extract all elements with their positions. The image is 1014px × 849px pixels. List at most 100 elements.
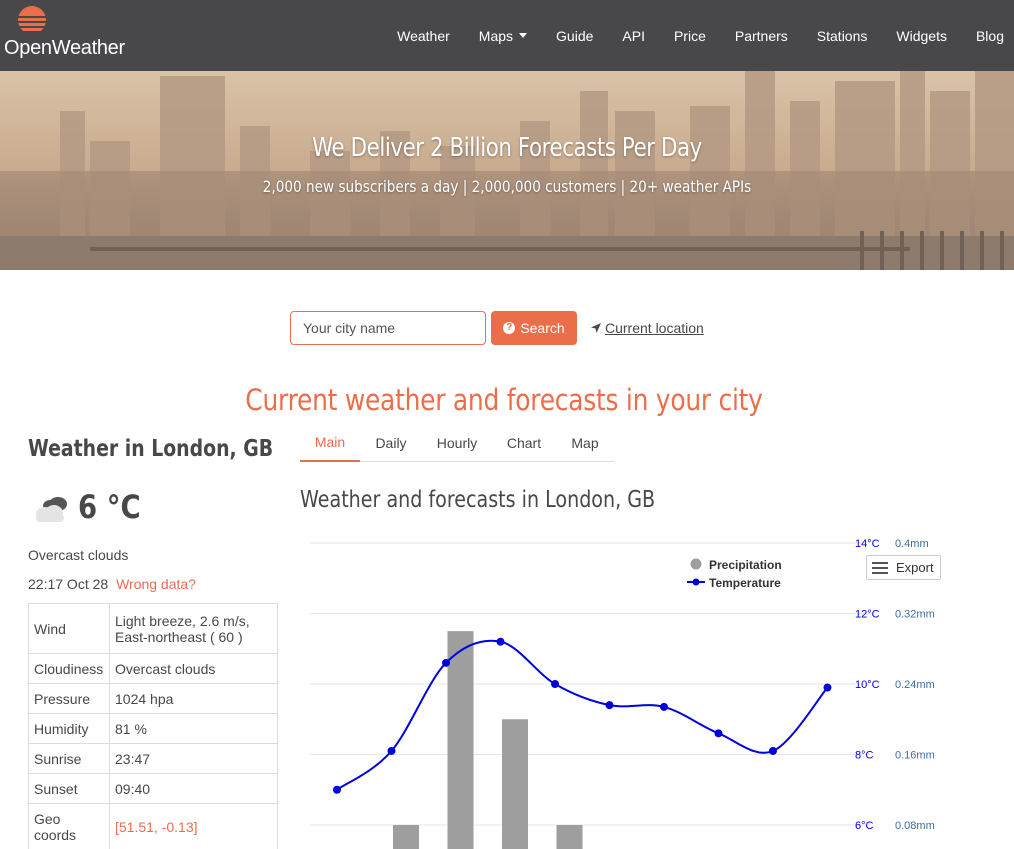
precip-tick-label: 0.16mm bbox=[895, 750, 935, 762]
temp-tick-label: 6°C bbox=[855, 820, 874, 832]
nav-menu: Weather Maps Guide API Price Partners St… bbox=[368, 0, 1004, 71]
question-icon: ? bbox=[503, 322, 516, 334]
nav-blog[interactable]: Blog bbox=[976, 28, 1004, 44]
nav-partners[interactable]: Partners bbox=[735, 28, 788, 44]
legend-temp-marker bbox=[692, 578, 700, 586]
current-temperature: 6 °C bbox=[78, 488, 141, 526]
location-arrow-icon bbox=[591, 323, 601, 333]
detail-value: Light breeze, 2.6 m/s, East-northeast ( … bbox=[109, 603, 278, 654]
legend-temperature[interactable]: Temperature bbox=[709, 576, 781, 590]
detail-value: 23:47 bbox=[109, 743, 278, 774]
detail-key: Wind bbox=[28, 603, 110, 654]
temperature-point bbox=[605, 701, 614, 710]
city-search-input[interactable] bbox=[290, 311, 486, 345]
temp-tick-label: 8°C bbox=[855, 750, 874, 762]
export-label: Export bbox=[896, 560, 934, 575]
nav-label: Partners bbox=[734, 27, 788, 44]
detail-key: Pressure bbox=[28, 683, 110, 714]
brand-name: OpenWeather bbox=[4, 37, 125, 59]
detail-key: Humidity bbox=[28, 713, 110, 744]
city-title: Weather in London, GB bbox=[28, 436, 274, 462]
legend-precip-marker bbox=[690, 558, 702, 570]
temp-tick-label: 12°C bbox=[855, 609, 880, 621]
tab-daily[interactable]: Daily bbox=[360, 423, 422, 462]
forecast-tabs: Main Daily Hourly Chart Map bbox=[300, 423, 614, 462]
navbar: OpenWeather Weather Maps Guide API Price… bbox=[0, 0, 1014, 71]
sun-logo-icon bbox=[13, 6, 51, 34]
temperature-point bbox=[551, 680, 559, 688]
nav-price[interactable]: Price bbox=[674, 28, 706, 44]
temperature-point bbox=[823, 683, 832, 692]
temperature-point bbox=[442, 658, 450, 667]
hero-banner: We Deliver 2 Billion Forecasts Per Day 2… bbox=[0, 71, 1014, 270]
search-button-label: Search bbox=[520, 320, 565, 336]
search-button[interactable]: ? Search bbox=[491, 311, 577, 345]
nav-api[interactable]: API bbox=[622, 28, 645, 44]
nav-stations[interactable]: Stations bbox=[817, 28, 868, 44]
nav-guide[interactable]: Guide bbox=[556, 28, 593, 44]
tab-hourly[interactable]: Hourly bbox=[422, 423, 492, 462]
brand-logo[interactable]: OpenWeather bbox=[4, 4, 138, 64]
precipitation-bar bbox=[447, 631, 474, 849]
detail-value: 1024 hpa bbox=[109, 683, 278, 714]
nav-label: Stations bbox=[816, 27, 868, 44]
precip-tick-label: 0.08mm bbox=[895, 820, 935, 832]
chart-legend: Precipitation Temperature bbox=[687, 558, 782, 590]
hero-subtitle: 2,000 new subscribers a day | 2,000,000 … bbox=[262, 177, 752, 196]
detail-value: Overcast clouds bbox=[109, 653, 278, 684]
temp-tick-label: 14°C bbox=[855, 538, 880, 550]
detail-key: Sunset bbox=[28, 773, 110, 804]
tab-main[interactable]: Main bbox=[300, 423, 360, 462]
table-row: Humidity 81 % bbox=[28, 713, 278, 744]
temperature-point bbox=[769, 746, 777, 755]
table-row: Sunset 09:40 bbox=[28, 773, 278, 804]
nav-label: Widgets bbox=[896, 27, 947, 44]
nav-label: API bbox=[622, 27, 645, 44]
hero-title: We Deliver 2 Billion Forecasts Per Day bbox=[312, 133, 702, 163]
tab-chart[interactable]: Chart bbox=[492, 423, 556, 462]
tab-map[interactable]: Map bbox=[556, 423, 614, 462]
temperature-point bbox=[660, 702, 668, 711]
weather-details-table: Wind Light breeze, 2.6 m/s, East-northea… bbox=[28, 603, 278, 849]
forecast-title: Weather and forecasts in London, GB bbox=[300, 487, 656, 513]
nav-label: Blog bbox=[975, 27, 1004, 44]
precip-tick-label: 0.24mm bbox=[895, 679, 935, 691]
main-headline: Current weather and forecasts in your ci… bbox=[245, 383, 763, 417]
precip-tick-label: 0.4mm bbox=[895, 538, 929, 550]
nav-maps[interactable]: Maps bbox=[478, 27, 528, 44]
observation-time: 22:17 Oct 28 bbox=[28, 576, 109, 592]
legend-precipitation[interactable]: Precipitation bbox=[709, 558, 782, 572]
table-row: Sunrise 23:47 bbox=[28, 743, 278, 774]
observation-time-row: 22:17 Oct 28 Wrong data? bbox=[28, 576, 196, 592]
weather-description: Overcast clouds bbox=[28, 547, 129, 563]
table-row: Wind Light breeze, 2.6 m/s, East-northea… bbox=[28, 603, 278, 654]
nav-weather[interactable]: Weather bbox=[397, 28, 450, 44]
current-location-link[interactable]: Current location bbox=[590, 320, 704, 336]
detail-key: Geo coords bbox=[28, 803, 110, 849]
table-row: Geo coords [51.51, -0.13] bbox=[28, 803, 278, 849]
temperature-point bbox=[496, 637, 505, 646]
temp-tick-label: 10°C bbox=[855, 679, 880, 691]
wrong-data-link[interactable]: Wrong data? bbox=[116, 576, 196, 592]
hamburger-icon bbox=[872, 559, 888, 577]
nav-widgets[interactable]: Widgets bbox=[896, 28, 947, 44]
table-row: Cloudiness Overcast clouds bbox=[28, 653, 278, 684]
overcast-cloud-icon bbox=[36, 497, 67, 522]
precipitation-bar bbox=[393, 825, 419, 849]
geo-coords-link[interactable]: [51.51, -0.13] bbox=[109, 803, 278, 849]
export-button[interactable]: Export bbox=[866, 555, 941, 580]
detail-value: 09:40 bbox=[109, 773, 278, 804]
detail-key: Cloudiness bbox=[28, 653, 110, 684]
nav-label: Weather bbox=[397, 27, 450, 44]
temperature-point bbox=[333, 785, 341, 794]
precipitation-bar bbox=[502, 719, 528, 849]
detail-value: 81 % bbox=[109, 713, 278, 744]
table-row: Pressure 1024 hpa bbox=[28, 683, 278, 714]
caret-down-icon bbox=[519, 33, 528, 38]
nav-label: Maps bbox=[478, 27, 514, 44]
nav-label: Guide bbox=[556, 27, 594, 44]
nav-label: Price bbox=[673, 27, 706, 44]
precipitation-bar bbox=[556, 825, 583, 849]
current-location-label: Current location bbox=[605, 320, 704, 336]
temperature-point bbox=[387, 746, 396, 755]
